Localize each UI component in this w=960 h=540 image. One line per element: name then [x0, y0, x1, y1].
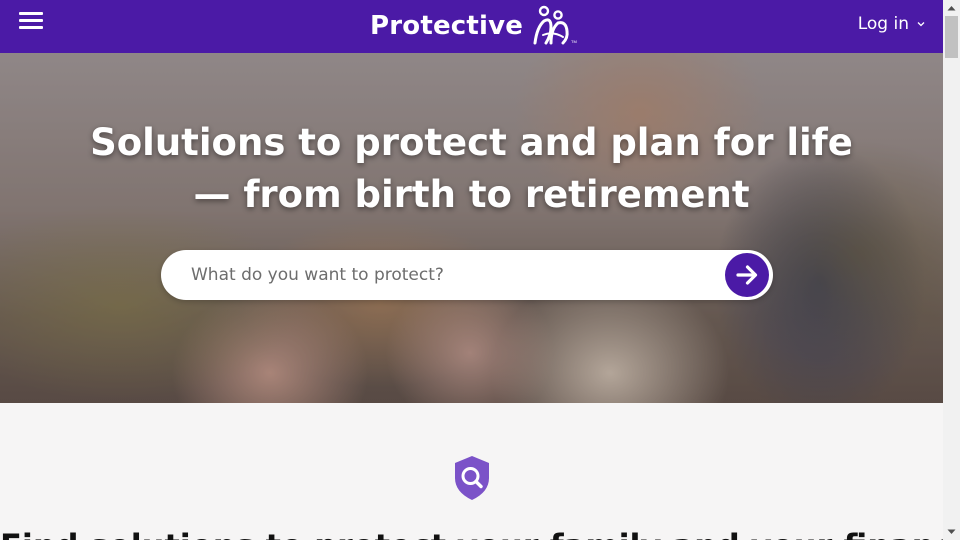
hero-title-line-1: Solutions to protect and plan for life — [90, 121, 853, 164]
logo-text: Protective — [370, 11, 524, 41]
page: Protective TM Log in Solutions to protec… — [0, 0, 943, 540]
scroll-thumb[interactable] — [945, 16, 958, 58]
login-label: Log in — [857, 14, 909, 34]
protective-logo[interactable]: Protective TM — [370, 4, 579, 48]
hero-photo-overlay — [0, 53, 943, 403]
solutions-section: Find solutions to protect your family an… — [0, 403, 943, 540]
protect-search-bar — [161, 250, 773, 300]
page-scrollbar[interactable] — [943, 0, 960, 540]
scroll-down-arrow-icon[interactable] — [943, 525, 960, 539]
search-submit-button[interactable] — [725, 253, 769, 297]
chevron-down-icon — [917, 22, 925, 27]
arrow-right-icon — [736, 265, 758, 285]
top-header: Protective TM Log in — [0, 0, 943, 53]
hero-title: Solutions to protect and plan for life —… — [0, 117, 943, 221]
hero-title-line-2: — from birth to retirement — [193, 173, 750, 216]
login-button[interactable]: Log in — [858, 14, 925, 34]
svg-text:TM: TM — [571, 39, 577, 44]
hero-banner: Solutions to protect and plan for life —… — [0, 53, 943, 403]
hamburger-menu-icon[interactable] — [19, 12, 45, 32]
shield-search-icon — [455, 456, 489, 500]
scroll-up-arrow-icon[interactable] — [943, 1, 960, 15]
family-logo-icon: TM — [533, 5, 577, 45]
section-heading: Find solutions to protect your family an… — [0, 527, 943, 540]
protect-search-input[interactable] — [189, 250, 709, 300]
